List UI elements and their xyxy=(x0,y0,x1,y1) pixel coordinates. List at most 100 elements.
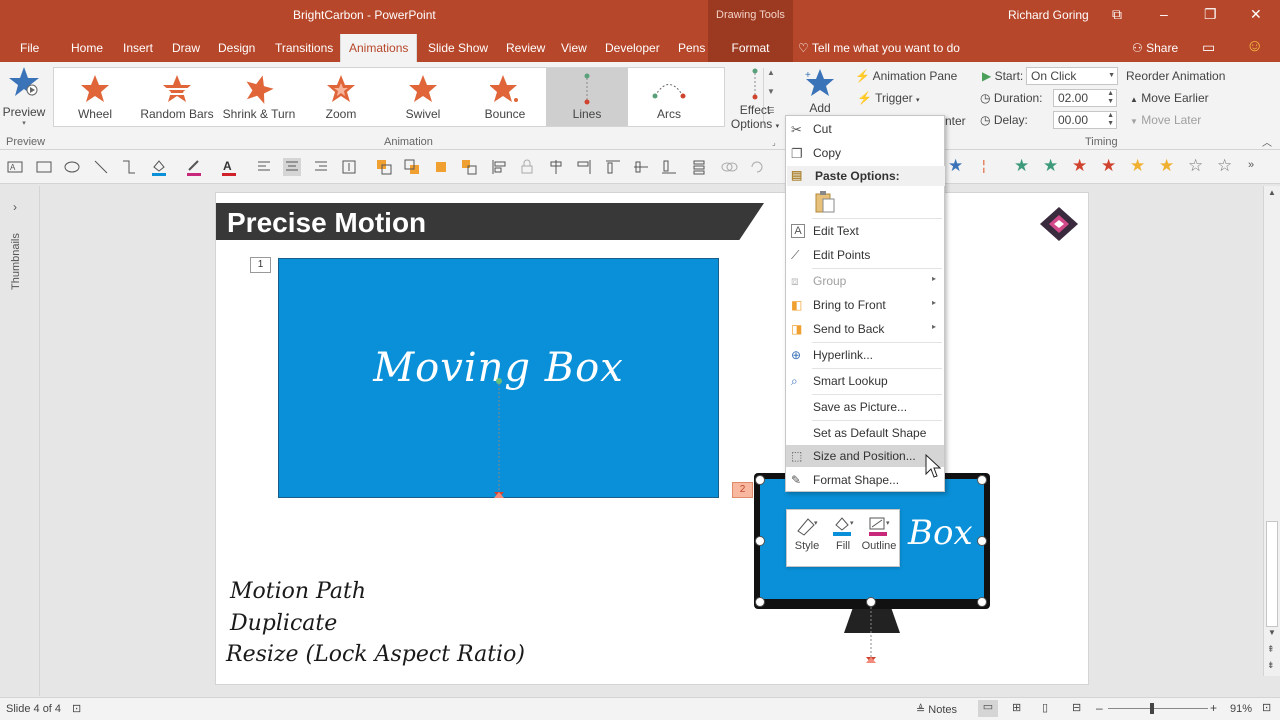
rectangle-icon[interactable] xyxy=(35,158,53,176)
animation-shrink-turn[interactable]: Shrink & Turn xyxy=(218,68,300,126)
star-teal-icon-1[interactable]: ★ xyxy=(1014,156,1029,176)
collapse-ribbon-icon[interactable]: ︿ xyxy=(1262,134,1272,149)
star-blue-icon[interactable]: ★ xyxy=(948,156,963,176)
group-objects-icon[interactable] xyxy=(720,158,738,176)
add-animation-button[interactable]: + Add xyxy=(800,68,840,115)
star-teal-icon-2[interactable]: ★ xyxy=(1043,156,1058,176)
resize-handle-tl[interactable] xyxy=(755,475,765,485)
resize-handle-bm[interactable] xyxy=(866,597,876,607)
vertical-scrollbar[interactable]: ▲ ▼ ⇞ ⇟ xyxy=(1263,186,1280,676)
align-right-icon[interactable] xyxy=(312,158,330,176)
animation-zoom[interactable]: Zoom xyxy=(300,68,382,126)
resize-handle-tr[interactable] xyxy=(977,475,987,485)
align-center-objects-icon[interactable] xyxy=(547,158,565,176)
distribute-icon[interactable] xyxy=(690,158,708,176)
trigger-button[interactable]: ⚡ Trigger ▾ xyxy=(857,91,920,105)
paste-keep-formatting-button[interactable] xyxy=(814,190,836,214)
align-left-icon[interactable] xyxy=(255,158,273,176)
animation-swivel[interactable]: Swivel xyxy=(382,68,464,126)
tab-developer[interactable]: Developer xyxy=(605,41,660,55)
menu-edit-points[interactable]: ⟋ Edit Points xyxy=(786,244,944,266)
resize-handle-bl[interactable] xyxy=(755,597,765,607)
user-name[interactable]: Richard Goring xyxy=(1008,8,1089,22)
tab-format[interactable]: Format xyxy=(708,32,793,62)
menu-hyperlink[interactable]: ⊕ Hyperlink... xyxy=(786,344,944,366)
spell-check-icon[interactable]: ⊡ xyxy=(72,702,81,715)
star-red-icon-1[interactable]: ★ xyxy=(1072,156,1087,176)
animation-painter-partial[interactable]: nter xyxy=(945,114,966,128)
tab-insert[interactable]: Insert xyxy=(123,41,153,55)
align-right-objects-icon[interactable] xyxy=(575,158,593,176)
animation-pane-button[interactable]: ⚡ Animation Pane xyxy=(855,69,957,83)
delay-up-icon[interactable]: ▲ xyxy=(1107,112,1114,119)
notes-button[interactable]: ≜ Notes xyxy=(916,703,957,716)
animation-bounce[interactable]: Bounce xyxy=(464,68,546,126)
menu-save-as-picture[interactable]: Save as Picture... xyxy=(786,396,944,418)
scroll-thumb[interactable] xyxy=(1266,521,1278,627)
send-to-back-icon[interactable] xyxy=(460,158,478,176)
toolbar-overflow-icon[interactable]: » xyxy=(1248,159,1254,171)
move-earlier-button[interactable]: ▲ Move Earlier xyxy=(1130,91,1209,105)
minimize-icon[interactable]: – xyxy=(1160,6,1168,22)
expand-thumbnails-icon[interactable]: › xyxy=(13,200,17,214)
tell-me-search[interactable]: ♡ Tell me what you want to do xyxy=(798,41,960,55)
tab-home[interactable]: Home xyxy=(71,41,103,55)
zoom-level[interactable]: 91% xyxy=(1230,703,1252,715)
ribbon-display-icon[interactable]: ⧉ xyxy=(1112,6,1122,23)
reading-view-icon[interactable]: ▯ xyxy=(1042,701,1048,714)
effect-options-button[interactable]: Effect Options ▾ xyxy=(730,68,780,134)
zoom-in-icon[interactable]: + xyxy=(1210,701,1217,715)
tab-view[interactable]: View xyxy=(561,41,587,55)
line-path-icon[interactable]: ¦ xyxy=(982,157,986,173)
align-bottom-icon[interactable] xyxy=(660,158,678,176)
normal-view-icon[interactable]: ▭ xyxy=(978,700,998,717)
shape-fill-icon[interactable] xyxy=(150,158,168,176)
preview-button[interactable]: Preview ▾ xyxy=(2,66,46,127)
menu-set-default-shape[interactable]: Set as Default Shape xyxy=(786,422,944,444)
zoom-slider-thumb[interactable] xyxy=(1150,703,1154,714)
shape-outline-icon[interactable] xyxy=(185,158,203,176)
oval-icon[interactable] xyxy=(63,158,81,176)
slide-title[interactable]: Precise Motion xyxy=(227,207,426,239)
align-middle-icon[interactable] xyxy=(632,158,650,176)
rotate-icon[interactable] xyxy=(748,158,766,176)
fill-button[interactable]: ▾ Fill xyxy=(825,515,861,552)
send-backward-icon[interactable] xyxy=(403,158,421,176)
moving-box-shape[interactable]: Moving Box xyxy=(278,258,719,498)
star-gold-icon-2[interactable]: ★ xyxy=(1159,156,1174,176)
start-dropdown[interactable]: On Click ▼ xyxy=(1026,67,1118,85)
star-outline-icon-1[interactable]: ☆ xyxy=(1188,156,1203,176)
menu-bring-to-front[interactable]: ◧ Bring to Front ▸ xyxy=(786,294,944,316)
align-center-icon[interactable] xyxy=(283,158,301,176)
delay-down-icon[interactable]: ▼ xyxy=(1107,120,1114,127)
menu-cut[interactable]: ✂ Cut xyxy=(786,118,944,140)
menu-copy[interactable]: ❐ Copy xyxy=(786,142,944,164)
scroll-up-icon[interactable]: ▲ xyxy=(1268,188,1276,197)
dialog-launcher-icon[interactable]: ⌟ xyxy=(772,138,776,147)
line-icon[interactable] xyxy=(92,158,110,176)
zoom-out-icon[interactable]: – xyxy=(1096,701,1103,715)
menu-group[interactable]: ⧈ Group ▸ xyxy=(786,270,944,292)
duration-down-icon[interactable]: ▼ xyxy=(1107,98,1114,105)
menu-send-to-back[interactable]: ◨ Send to Back ▸ xyxy=(786,318,944,340)
vertical-align-icon[interactable] xyxy=(340,158,358,176)
fit-slide-icon[interactable]: ⊡ xyxy=(1262,701,1271,714)
menu-edit-text[interactable]: A Edit Text xyxy=(786,220,944,242)
star-outline-icon-2[interactable]: ☆ xyxy=(1217,156,1232,176)
align-objects-left-icon[interactable] xyxy=(490,158,508,176)
smiley-icon[interactable]: ☺ xyxy=(1246,36,1263,56)
previous-slide-icon[interactable]: ⇞ xyxy=(1267,644,1275,655)
animation-lines[interactable]: Lines xyxy=(546,68,628,126)
restore-icon[interactable]: ❐ xyxy=(1204,6,1217,23)
slide-canvas[interactable]: Precise Motion 1 Moving Box Motion Path … xyxy=(215,192,1089,685)
thumbnails-label[interactable]: Thumbnails xyxy=(10,233,22,290)
tab-animations[interactable]: Animations xyxy=(340,34,418,62)
monitor-motion-path[interactable] xyxy=(865,607,877,667)
menu-smart-lookup[interactable]: ⌕ Smart Lookup xyxy=(786,370,944,392)
share-button[interactable]: ⚇ Share xyxy=(1132,41,1178,55)
resize-handle-br[interactable] xyxy=(977,597,987,607)
tab-file[interactable]: File xyxy=(20,41,39,55)
text-box-icon[interactable]: A xyxy=(6,158,24,176)
note-duplicate[interactable]: Duplicate xyxy=(230,611,337,636)
bring-to-front-icon[interactable] xyxy=(432,158,450,176)
